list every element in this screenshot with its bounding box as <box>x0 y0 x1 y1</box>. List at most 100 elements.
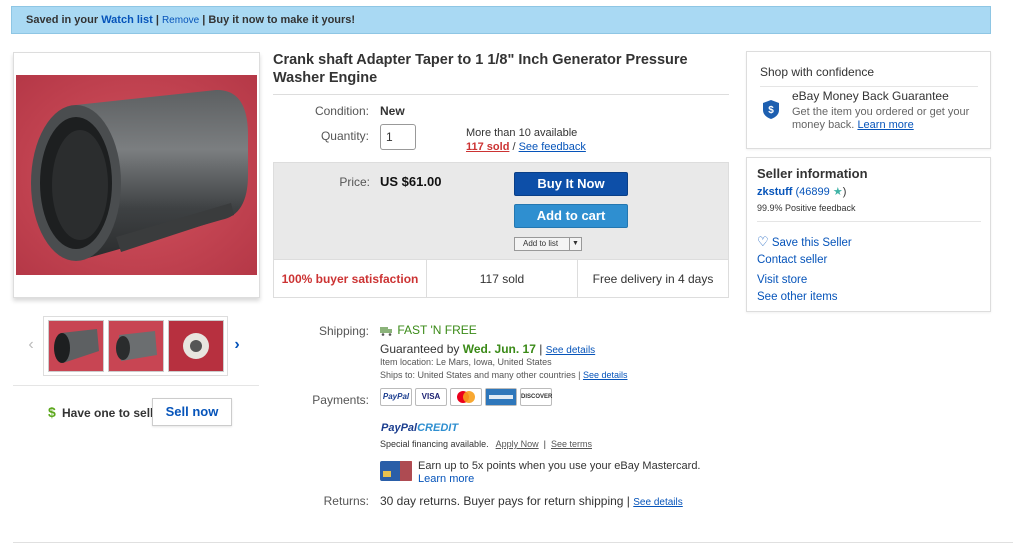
shipping-see-details-link[interactable]: See details <box>546 345 595 356</box>
money-back-title: eBay Money Back Guarantee <box>792 89 949 103</box>
sell-prompt: $ Have one to sell? Sell now <box>46 398 236 426</box>
money-back-learn-more-link[interactable]: Learn more <box>857 119 913 131</box>
contact-seller-link[interactable]: Contact seller <box>757 254 827 266</box>
payment-methods: PayPal VISA DISCOVER <box>380 388 555 406</box>
divider <box>760 86 978 87</box>
buy-it-now-button[interactable]: Buy It Now <box>514 172 628 196</box>
condition-label: Condition: <box>314 104 369 118</box>
dollar-icon: $ <box>48 404 56 420</box>
add-to-list-button[interactable]: Add to list ▼ <box>514 237 582 251</box>
page-divider <box>13 542 1013 543</box>
divider <box>13 385 259 386</box>
banner-separator: | <box>202 14 206 26</box>
svg-text:$: $ <box>768 105 774 116</box>
thumbnail-3[interactable] <box>168 320 224 372</box>
mastercard-promo: Earn up to 5x points when you use your e… <box>418 460 701 486</box>
banner-suffix: Buy it now to make it yours! <box>208 14 356 26</box>
remove-link[interactable]: Remove <box>162 15 199 26</box>
sell-question: Have one to sell? <box>62 406 161 420</box>
financing-text: Special financing available. <box>380 439 489 449</box>
available-text: More than 10 available <box>466 127 578 139</box>
sold-stat: 117 sold <box>479 272 525 286</box>
add-to-cart-button[interactable]: Add to cart <box>514 204 628 228</box>
quantity-input[interactable] <box>380 124 416 150</box>
price-label: Price: <box>339 175 370 189</box>
buy-box: Price: US $61.00 Buy It Now Add to cart … <box>273 162 729 298</box>
quantity-label: Quantity: <box>320 129 369 143</box>
chevron-left-icon[interactable]: ‹ <box>24 336 38 354</box>
money-back-desc: Get the item you ordered or get your mon… <box>792 106 978 132</box>
fast-n-free-text: FAST 'N FREE <box>397 323 477 337</box>
item-title: Crank shaft Adapter Taper to 1 1/8" Inch… <box>273 52 688 86</box>
seller-name-link[interactable]: zkstuff <box>757 186 792 198</box>
guaranteed-prefix: Guaranteed by <box>380 342 460 356</box>
banner-separator: | <box>155 14 159 26</box>
buyer-satisfaction: 100% buyer satisfaction <box>281 272 419 286</box>
truck-icon <box>380 326 392 336</box>
banner-prefix: Saved in your <box>26 14 99 26</box>
star-icon: ★ <box>832 186 843 198</box>
financing-line: Special financing available. Apply Now |… <box>380 439 592 449</box>
ships-to-details-link[interactable]: See details <box>583 370 628 380</box>
ebay-mastercard-icon <box>380 461 412 481</box>
save-seller[interactable]: ♡ Save this Seller <box>757 234 852 250</box>
credit-word: CREDIT <box>417 422 459 434</box>
fast-n-free: FAST 'N FREE <box>380 323 477 337</box>
see-terms-link[interactable]: See terms <box>551 439 592 449</box>
sell-now-button[interactable]: Sell now <box>152 398 232 426</box>
thumbnail-1[interactable] <box>48 320 104 372</box>
mastercard-learn-more-link[interactable]: Learn more <box>418 473 701 486</box>
shield-icon: $ <box>763 100 779 119</box>
mastercard-promo-text: Earn up to 5x points when you use your e… <box>418 460 701 472</box>
save-seller-link[interactable]: Save this Seller <box>772 237 852 249</box>
guaranteed-date: Wed. Jun. 17 <box>462 342 536 356</box>
paypal-icon: PayPal <box>380 388 412 406</box>
thumbnail-list <box>43 316 228 376</box>
dropdown-arrow-icon[interactable]: ▼ <box>569 238 581 250</box>
positive-feedback: 99.9% Positive feedback <box>757 203 856 213</box>
returns-see-details-link[interactable]: See details <box>633 497 682 508</box>
main-product-image[interactable] <box>13 52 260 298</box>
shop-with-confidence-panel: Shop with confidence $ eBay Money Back G… <box>746 51 991 149</box>
confidence-heading: Shop with confidence <box>760 65 875 79</box>
apply-now-link[interactable]: Apply Now <box>496 439 539 449</box>
product-photo <box>16 75 257 275</box>
seller-heading: Seller information <box>757 166 868 181</box>
title-divider <box>273 94 729 95</box>
feedback-score-close: ) <box>842 186 847 198</box>
watch-list-banner: Saved in your Watch list | Remove | Buy … <box>11 6 991 34</box>
paypal-credit-word: PayPal <box>381 422 418 434</box>
visa-icon: VISA <box>415 388 447 406</box>
see-other-items-link[interactable]: See other items <box>757 291 838 303</box>
seller-id: zkstuff (46899 ★) <box>757 185 846 198</box>
thumbnail-2[interactable] <box>108 320 164 372</box>
ships-to-text: Ships to: United States and many other c… <box>380 370 576 380</box>
mastercard-icon <box>450 388 482 406</box>
condition-value: New <box>380 104 405 118</box>
buy-box-actions: Price: US $61.00 Buy It Now Add to cart … <box>274 163 728 259</box>
paypal-credit-logo: PayPalCREDIT <box>381 422 458 434</box>
chevron-right-icon[interactable]: › <box>230 336 244 354</box>
availability: More than 10 available 117 sold / See fe… <box>466 126 586 154</box>
feedback-score-link[interactable]: (46899 <box>796 186 830 198</box>
add-to-list-label: Add to list <box>523 239 559 248</box>
sold-separator: / <box>509 141 519 153</box>
price-value: US $61.00 <box>380 174 442 189</box>
amex-icon <box>485 388 517 406</box>
item-stats: 100% buyer satisfaction 117 sold Free de… <box>274 259 728 298</box>
seller-information-panel: Seller information zkstuff (46899 ★) 99.… <box>746 157 991 312</box>
watch-list-link[interactable]: Watch list <box>101 14 153 26</box>
discover-icon: DISCOVER <box>520 388 552 406</box>
shipping-label: Shipping: <box>318 324 369 338</box>
heart-icon: ♡ <box>757 234 769 249</box>
visit-store-link[interactable]: Visit store <box>757 274 807 286</box>
delivery-stat: Free delivery in 4 days <box>592 272 714 286</box>
returns-text: 30 day returns. Buyer pays for return sh… <box>380 494 630 508</box>
sold-count-link[interactable]: 117 sold <box>466 141 509 153</box>
returns-info: 30 day returns. Buyer pays for return sh… <box>380 494 683 508</box>
payments-label: Payments: <box>312 393 369 407</box>
guaranteed-delivery: Guaranteed by Wed. Jun. 17 | See details <box>380 342 596 356</box>
see-feedback-link[interactable]: See feedback <box>519 141 586 153</box>
item-location: Item location: Le Mars, Iowa, United Sta… <box>380 357 552 367</box>
ships-to: Ships to: United States and many other c… <box>380 370 628 380</box>
